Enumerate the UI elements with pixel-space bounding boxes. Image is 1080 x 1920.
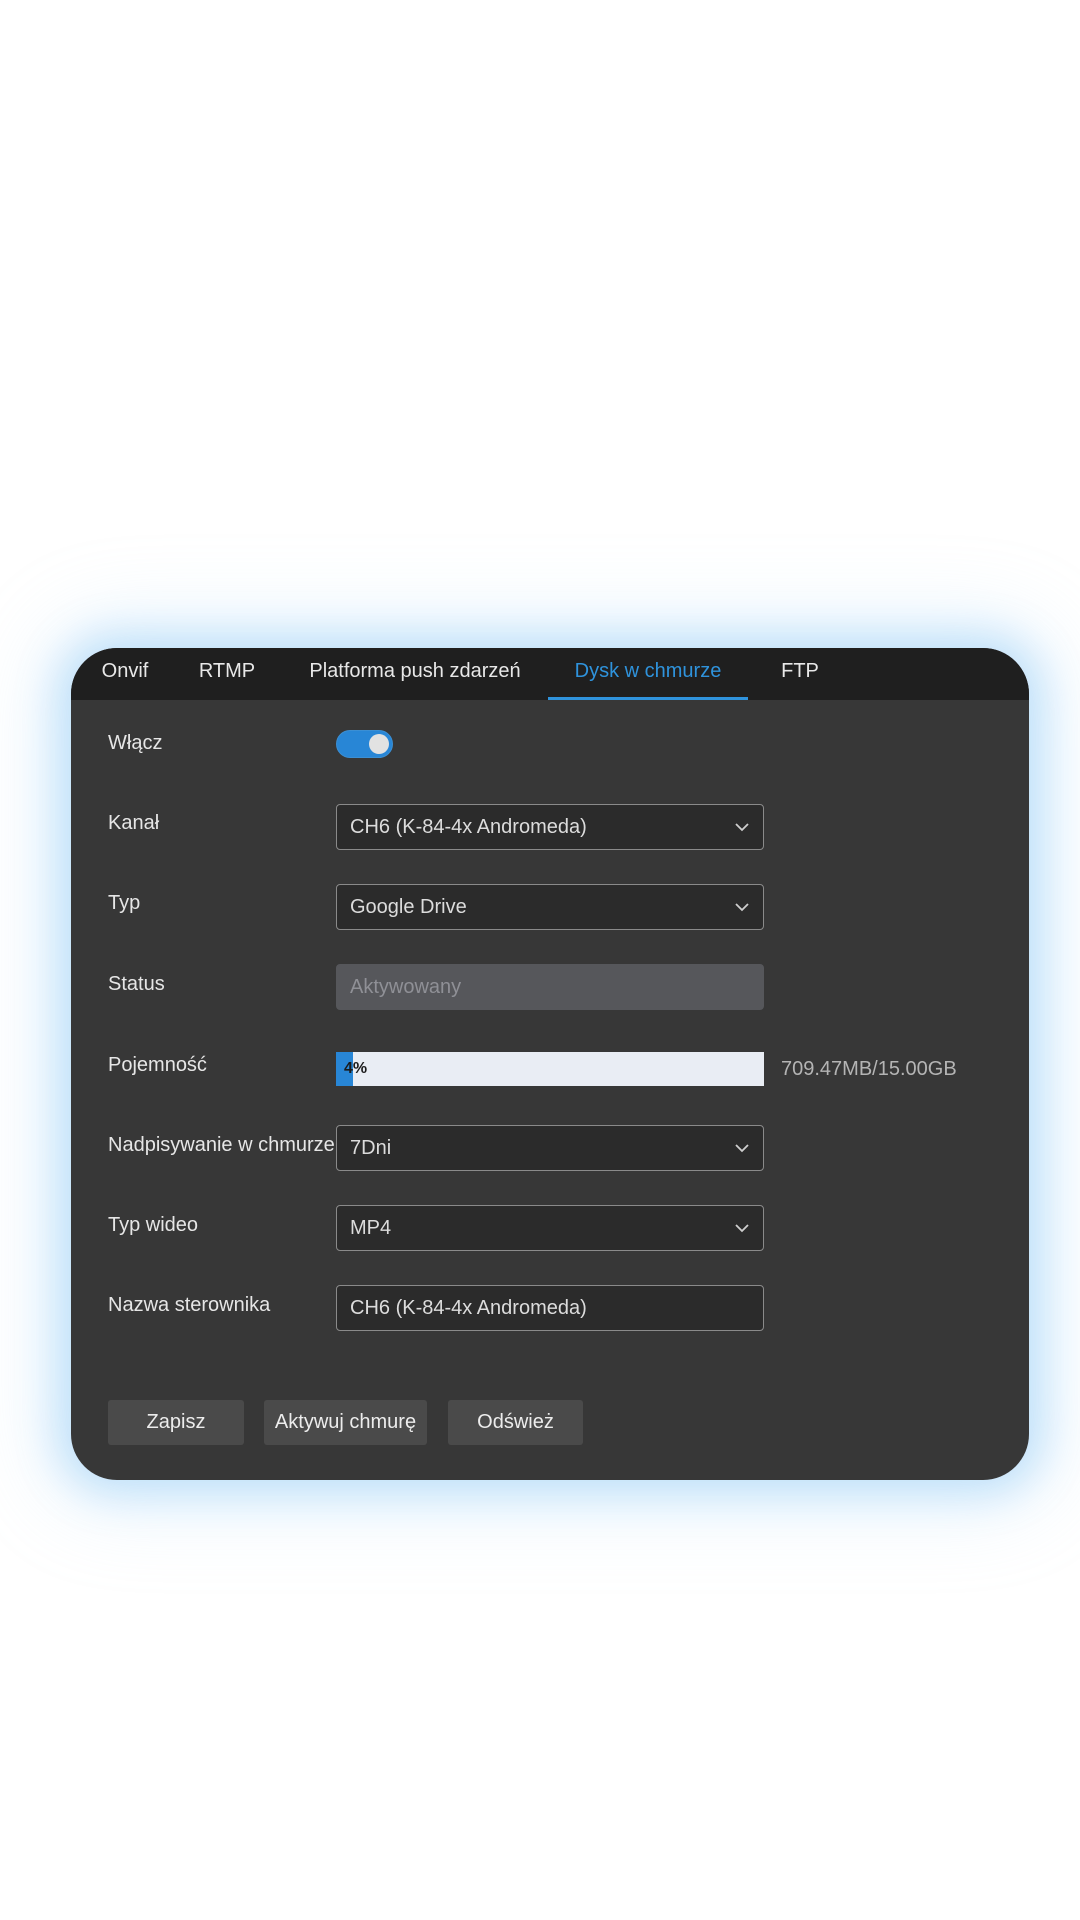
type-select-value: Google Drive (350, 896, 467, 918)
driver-name-input-value: CH6 (K-84-4x Andromeda) (350, 1297, 587, 1319)
tab-event-push-platform[interactable]: Platforma push zdarzeń (303, 648, 527, 700)
status-field-value: Aktywowany (350, 976, 462, 998)
tab-rtmp[interactable]: RTMP (189, 648, 265, 700)
video-type-select-value: MP4 (350, 1217, 392, 1239)
toggle-knob (369, 734, 389, 754)
overwrite-select[interactable]: 7Dni (336, 1125, 764, 1171)
cloud-settings-panel: Onvif RTMP Platforma push zdarzeń Dysk w… (71, 648, 1029, 1480)
status-field: Aktywowany (336, 964, 764, 1010)
driver-name-input[interactable]: CH6 (K-84-4x Andromeda) (336, 1285, 764, 1331)
status-label: Status (108, 973, 165, 995)
enable-toggle[interactable] (336, 730, 393, 758)
refresh-button[interactable]: Odśwież (448, 1400, 583, 1445)
capacity-progress-bar: 4% (336, 1052, 764, 1086)
capacity-percent-text: 4% (344, 1060, 368, 1077)
overwrite-select-value: 7Dni (350, 1137, 392, 1159)
driver-name-label: Nazwa sterownika (108, 1294, 271, 1316)
channel-select[interactable]: CH6 (K-84-4x Andromeda) (336, 804, 764, 850)
activate-cloud-button[interactable]: Aktywuj chmurę (264, 1400, 427, 1445)
tab-cloud-drive[interactable]: Dysk w chmurze (548, 648, 748, 700)
type-select[interactable]: Google Drive (336, 884, 764, 930)
enable-label: Włącz (108, 732, 163, 754)
tab-onvif[interactable]: Onvif (87, 648, 163, 700)
video-type-select[interactable]: MP4 (336, 1205, 764, 1251)
tab-bar: Onvif RTMP Platforma push zdarzeń Dysk w… (71, 648, 1029, 700)
channel-label: Kanał (108, 812, 160, 834)
capacity-usage-text: 709.47MB/15.00GB (781, 1058, 957, 1080)
overwrite-label: Nadpisywanie w chmurze (108, 1134, 335, 1156)
tab-ftp[interactable]: FTP (769, 648, 831, 700)
chevron-down-icon (735, 823, 749, 832)
page: Onvif RTMP Platforma push zdarzeń Dysk w… (0, 0, 1080, 1920)
type-label: Typ (108, 892, 141, 914)
chevron-down-icon (735, 1144, 749, 1153)
save-button[interactable]: Zapisz (108, 1400, 244, 1445)
video-type-label: Typ wideo (108, 1214, 199, 1236)
chevron-down-icon (735, 1224, 749, 1233)
capacity-label: Pojemność (108, 1054, 207, 1076)
chevron-down-icon (735, 903, 749, 912)
channel-select-value: CH6 (K-84-4x Andromeda) (350, 816, 587, 838)
